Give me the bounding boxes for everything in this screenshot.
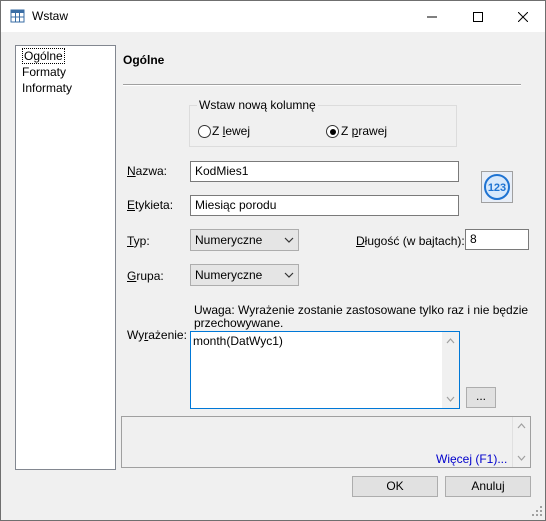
label-field-label: Etykieta:	[127, 198, 173, 212]
expression-value: month(DatWyc1)	[193, 334, 283, 348]
radio-left[interactable]	[198, 125, 211, 138]
label-accel: T	[127, 234, 134, 248]
radio-left-label[interactable]: Z lewej	[212, 124, 250, 138]
cancel-button[interactable]: Anuluj	[445, 476, 531, 497]
type-label: Typ:	[127, 234, 150, 248]
nav-item-label: Informaty	[22, 81, 73, 95]
window-title: Wstaw	[32, 9, 68, 23]
expression-note-line2: przechowywane.	[194, 316, 284, 330]
chevron-down-icon	[284, 237, 294, 243]
length-input[interactable]: 8	[465, 229, 529, 250]
info-scrollbar[interactable]	[512, 417, 530, 467]
maximize-icon	[473, 11, 483, 22]
type-select-value: Numeryczne	[195, 233, 263, 247]
expression-textarea[interactable]: month(DatWyc1)	[190, 331, 460, 409]
label-part: rawej	[358, 124, 388, 138]
radio-left-circle[interactable]	[198, 125, 211, 138]
minimize-button[interactable]	[409, 1, 455, 32]
maximize-button[interactable]	[455, 1, 501, 32]
radio-right-circle[interactable]	[326, 125, 339, 138]
group-legend: Wstaw nową kolumnę	[197, 98, 318, 112]
label-accel: G	[127, 269, 137, 283]
label-accel: E	[127, 198, 136, 212]
close-icon	[517, 11, 529, 23]
ok-button[interactable]: OK	[352, 476, 438, 497]
nav-item-label: Formaty	[22, 65, 67, 79]
radio-checked-dot	[329, 128, 336, 135]
label-part: yp:	[133, 234, 150, 248]
group-select[interactable]: Numeryczne	[190, 264, 299, 286]
radio-right[interactable]	[326, 125, 339, 138]
table-icon	[10, 9, 25, 23]
group-label: Grupa:	[127, 269, 164, 283]
expression-label: Wyrażenie:	[127, 328, 187, 342]
scroll-up-icon[interactable]	[513, 419, 530, 433]
nav-item-ogolne[interactable]: Ogólne	[22, 48, 65, 64]
label-part: ażenie:	[148, 328, 187, 342]
label-part: Z	[212, 124, 223, 138]
separator	[123, 84, 521, 86]
numeric-type-button[interactable]: 123	[481, 171, 513, 203]
type-select[interactable]: Numeryczne	[190, 229, 299, 251]
nav-item-informaty[interactable]: Informaty	[22, 80, 72, 96]
more-help-link[interactable]: Więcej (F1)...	[436, 452, 507, 466]
label-part: Wy	[127, 328, 145, 342]
expression-scrollbar[interactable]	[442, 332, 459, 408]
label-part: azwa:	[135, 164, 168, 178]
length-label: Długość (w bajtach):	[356, 234, 465, 248]
nav-item-label: Ogólne	[22, 48, 65, 64]
radio-right-label[interactable]: Z prawej	[341, 124, 387, 138]
scroll-down-icon[interactable]	[513, 451, 530, 465]
resize-grip-icon[interactable]	[531, 505, 543, 517]
title-bar: Wstaw	[1, 1, 545, 32]
numeric-123-icon: 123	[484, 174, 510, 200]
close-button[interactable]	[500, 1, 546, 32]
svg-text:123: 123	[488, 182, 506, 194]
scroll-up-icon[interactable]	[442, 334, 459, 348]
panel-title: Ogólne	[123, 53, 165, 67]
label-part: rupa:	[136, 269, 164, 283]
category-list[interactable]: Ogólne Formaty Informaty	[15, 45, 116, 470]
label-accel: D	[356, 234, 365, 248]
nav-item-formaty[interactable]: Formaty	[22, 64, 66, 80]
dialog-window: Wstaw Ogólne Formaty Informaty Ogólne Ws…	[0, 0, 546, 521]
label-part: tykieta:	[135, 198, 174, 212]
scroll-down-icon[interactable]	[442, 392, 459, 406]
expression-browse-button[interactable]: ...	[466, 387, 496, 408]
name-label: Nazwa:	[127, 164, 167, 178]
name-input[interactable]: KodMies1	[190, 161, 459, 182]
minimize-icon	[427, 16, 437, 18]
chevron-down-icon	[284, 272, 294, 278]
label-part: ewej	[225, 124, 251, 138]
label-part: ługość (w bajtach):	[364, 234, 465, 248]
label-input[interactable]: Miesiąc porodu	[190, 195, 459, 216]
group-select-value: Numeryczne	[195, 268, 263, 282]
label-part: Z	[341, 124, 352, 138]
label-accel: N	[127, 164, 136, 178]
expression-note-line1: Uwaga: Wyrażenie zostanie zastosowane ty…	[194, 303, 529, 317]
